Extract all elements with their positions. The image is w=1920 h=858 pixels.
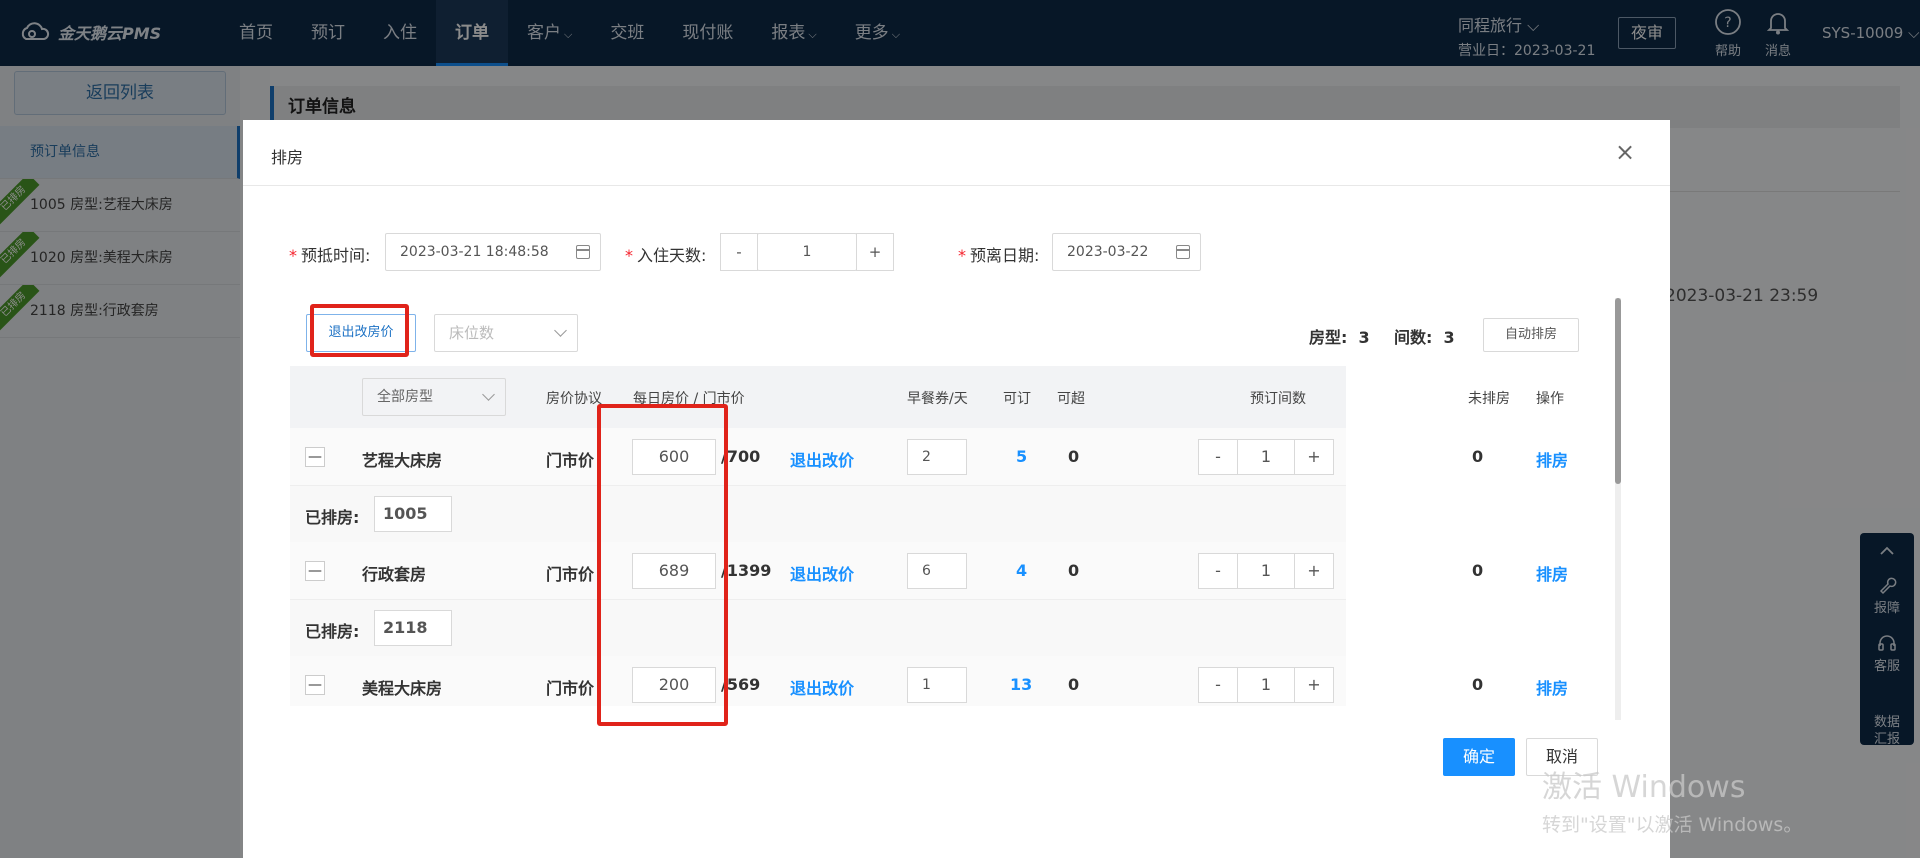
assign-room-link[interactable]: 排房 xyxy=(1536,447,1568,471)
calendar-icon xyxy=(576,245,590,259)
room-type-name: 美程大床房 xyxy=(362,679,443,698)
assigned-label: 已排房: xyxy=(305,622,360,641)
collapse-row-button[interactable]: — xyxy=(305,561,325,581)
room-count-summary: 间数: 3 xyxy=(1394,328,1455,347)
available-count: 5 xyxy=(1016,447,1028,466)
room-type-summary: 房型: 3 xyxy=(1309,328,1370,347)
count-input[interactable]: 1 xyxy=(1237,439,1295,475)
bed-count-select[interactable]: 床位数 xyxy=(434,314,578,352)
assigned-room-row: 已排房: 1005 xyxy=(290,486,1346,542)
checkout-date-label: * 预离日期: xyxy=(958,246,1040,265)
count-increment-button[interactable]: + xyxy=(1294,553,1334,589)
count-increment-button[interactable]: + xyxy=(1294,667,1334,703)
exit-change-price-link[interactable]: 退出改价 xyxy=(790,447,854,471)
room-type-name: 行政套房 xyxy=(362,565,427,584)
price-agreement: 门市价 xyxy=(546,565,595,584)
nights-decrement-button[interactable]: - xyxy=(720,233,758,271)
col-overbook: 可超 xyxy=(1057,391,1085,407)
close-icon[interactable]: × xyxy=(1615,140,1635,164)
col-breakfast: 早餐券/天 xyxy=(907,391,968,407)
table-header: 全部房型 房价协议 每日房价 / 门市价 早餐券/天 可订 可超 预订间数 xyxy=(290,366,1346,428)
room-type-name: 艺程大床房 xyxy=(362,451,443,470)
calendar-icon xyxy=(1176,245,1190,259)
rack-price: /700 xyxy=(721,447,761,466)
table-row: — 美程大床房 门市价 200 /569 退出改价 1 13 0 - 1 + xyxy=(290,656,1346,706)
count-input[interactable]: 1 xyxy=(1237,553,1295,589)
unassigned-count: 0 xyxy=(1472,561,1484,580)
price-agreement: 门市价 xyxy=(546,679,595,698)
unassigned-count: 0 xyxy=(1472,675,1484,694)
col-count: 预订间数 xyxy=(1250,391,1306,407)
nights-increment-button[interactable]: + xyxy=(856,233,894,271)
col-price: 每日房价 / 门市价 xyxy=(633,391,745,407)
collapse-row-button[interactable]: — xyxy=(305,675,325,695)
room-type-table: 全部房型 房价协议 每日房价 / 门市价 早餐券/天 可订 可超 预订间数 — … xyxy=(290,366,1346,706)
windows-activation-watermark: 激活 Windows 转到"设置"以激活 Windows。 xyxy=(1542,770,1803,836)
rack-price: /569 xyxy=(721,675,761,694)
overbook-count: 0 xyxy=(1068,561,1080,580)
exit-change-price-link[interactable]: 退出改价 xyxy=(790,561,854,585)
count-decrement-button[interactable]: - xyxy=(1198,439,1238,475)
assigned-room-tag[interactable]: 2118 xyxy=(374,610,452,646)
assign-room-link[interactable]: 排房 xyxy=(1536,675,1568,699)
checkout-date-input[interactable]: 2023-03-22 xyxy=(1052,233,1201,271)
auto-assign-button[interactable]: 自动排房 xyxy=(1483,318,1579,352)
assigned-room-row: 已排房: 2118 xyxy=(290,600,1346,656)
count-input[interactable]: 1 xyxy=(1237,667,1295,703)
table-row: — 行政套房 门市价 689 /1399 退出改价 6 4 0 - 1 + xyxy=(290,542,1346,600)
available-count: 13 xyxy=(1010,675,1033,694)
assigned-room-tag[interactable]: 1005 xyxy=(374,496,452,532)
collapse-row-button[interactable]: — xyxy=(305,447,325,467)
daily-price-input[interactable]: 200 xyxy=(632,667,716,703)
daily-price-input[interactable]: 689 xyxy=(632,553,716,589)
overbook-count: 0 xyxy=(1068,675,1080,694)
exit-change-price-link[interactable]: 退出改价 xyxy=(790,675,854,699)
assign-room-link[interactable]: 排房 xyxy=(1536,561,1568,585)
confirm-button[interactable]: 确定 xyxy=(1443,738,1515,776)
dialog-title: 排房 xyxy=(271,148,304,167)
col-agreement: 房价协议 xyxy=(546,391,602,407)
count-decrement-button[interactable]: - xyxy=(1198,553,1238,589)
available-count: 4 xyxy=(1016,561,1028,580)
table-row: — 艺程大床房 门市价 600 /700 退出改价 2 5 0 - 1 + xyxy=(290,428,1346,486)
unassigned-count: 0 xyxy=(1472,447,1484,466)
table-scrollbar-thumb[interactable] xyxy=(1615,298,1621,484)
count-decrement-button[interactable]: - xyxy=(1198,667,1238,703)
dialog-header: 排房 × xyxy=(243,120,1670,186)
overbook-count: 0 xyxy=(1068,447,1080,466)
breakfast-input[interactable]: 6 xyxy=(907,553,967,589)
assign-room-dialog: 排房 × * 预抵时间: 2023-03-21 18:48:58 * 入住天数: -… xyxy=(243,120,1670,858)
checkin-time-label: * 预抵时间: xyxy=(289,246,371,265)
daily-price-input[interactable]: 600 xyxy=(632,439,716,475)
rack-price: /1399 xyxy=(721,561,772,580)
assigned-label: 已排房: xyxy=(305,508,360,527)
breakfast-input[interactable]: 2 xyxy=(907,439,967,475)
col-action: 操作 xyxy=(1536,391,1564,407)
count-increment-button[interactable]: + xyxy=(1294,439,1334,475)
col-unassigned: 未排房 xyxy=(1468,391,1510,407)
price-agreement: 门市价 xyxy=(546,451,595,470)
col-available: 可订 xyxy=(1003,391,1031,407)
exit-change-price-button[interactable]: 退出改房价 xyxy=(306,314,416,352)
chevron-down-icon xyxy=(482,388,495,401)
chevron-down-icon xyxy=(554,324,567,337)
checkin-time-input[interactable]: 2023-03-21 18:48:58 xyxy=(385,233,601,271)
room-type-filter-select[interactable]: 全部房型 xyxy=(362,378,506,416)
nights-label: * 入住天数: xyxy=(625,246,707,265)
breakfast-input[interactable]: 1 xyxy=(907,667,967,703)
nights-input[interactable]: 1 xyxy=(757,233,857,271)
